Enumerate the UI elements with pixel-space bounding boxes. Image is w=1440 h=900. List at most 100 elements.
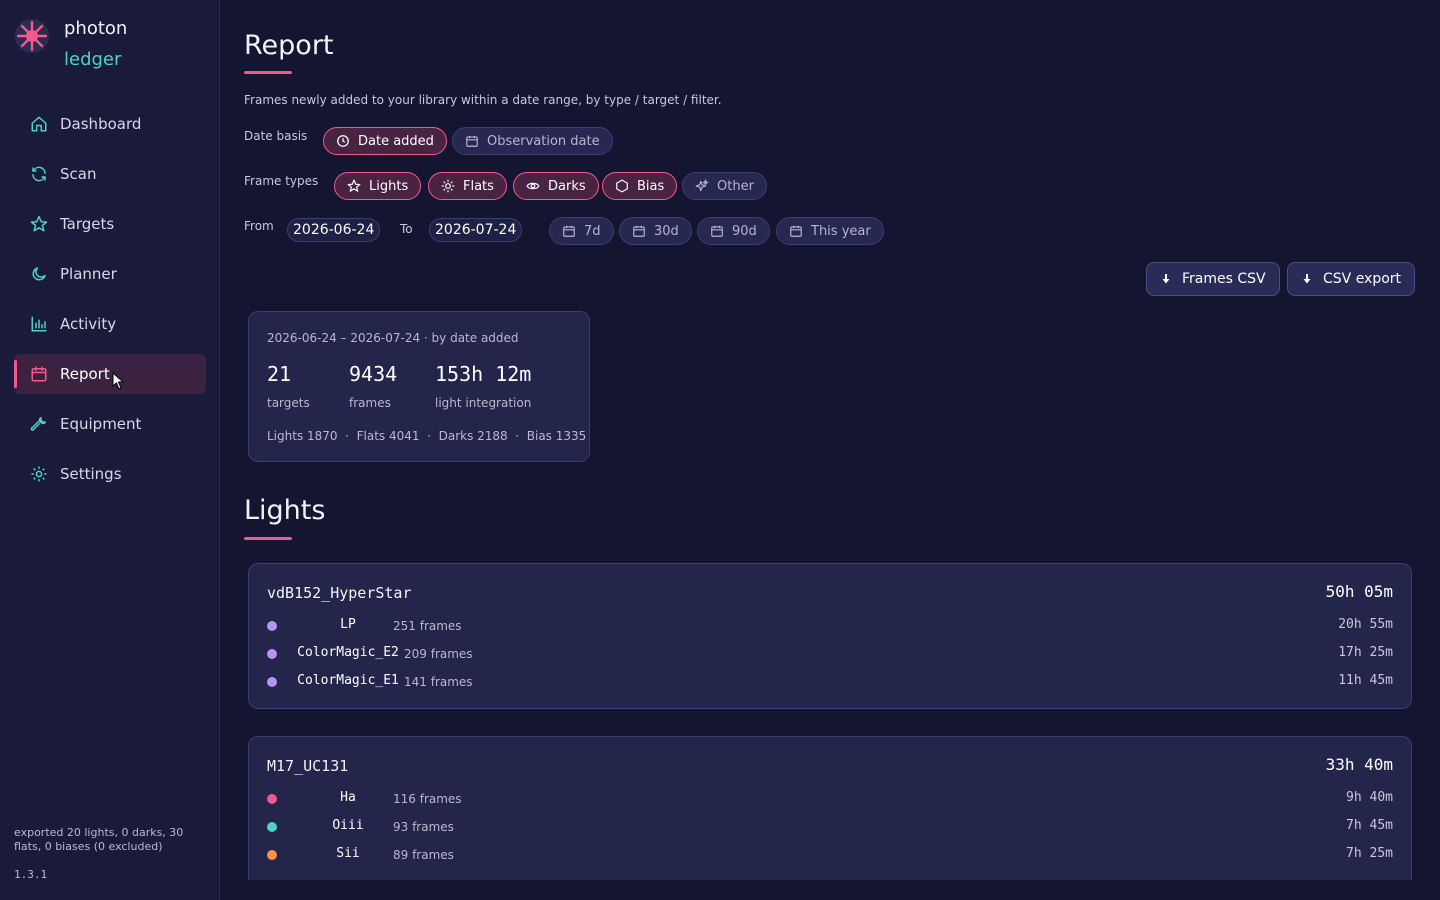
page-title: Report (244, 30, 334, 61)
filter-name: Oiii (332, 818, 364, 833)
download-icon (1303, 274, 1311, 284)
sidebar-item-label: Settings (60, 465, 122, 483)
stat-value: 153h 12m (435, 362, 532, 386)
filter-row: LP 251 frames 20h 55m (267, 616, 1393, 636)
summary-range: 2026-06-24 – 2026-07-24 · by date added (267, 331, 519, 345)
target-name: vdB152_HyperStar (267, 584, 412, 602)
sparkles-icon (695, 179, 709, 192)
date-basis-label: Date basis (244, 129, 308, 143)
filter-name: LP (340, 617, 356, 632)
sidebar-item-label: Targets (60, 215, 115, 233)
chip-label: 90d (732, 223, 757, 239)
stat-value: 9434 (349, 362, 398, 386)
filter-row: Sii 89 frames 7h 25m (267, 845, 1393, 865)
preset-this-year-button[interactable]: This year (776, 217, 884, 245)
brand-name-line1: photon (64, 18, 128, 39)
app-version: 1.3.1 (14, 868, 48, 881)
sidebar-item-settings[interactable]: Settings (14, 454, 206, 494)
calendar-icon (563, 225, 575, 237)
brand[interactable]: photon ledger (14, 16, 127, 69)
date-basis-observation-date[interactable]: Observation date (452, 127, 613, 155)
sidebar-item-label: Dashboard (60, 115, 142, 133)
preset-7d-button[interactable]: 7d (549, 217, 614, 245)
summary-card: 2026-06-24 – 2026-07-24 · by date added … (248, 311, 590, 462)
frame-type-lights[interactable]: Lights (334, 172, 422, 200)
to-date-input[interactable]: 2026-07-24 (429, 218, 523, 242)
chip-label: This year (811, 223, 871, 239)
date-basis-date-added[interactable]: Date added (323, 127, 447, 155)
sidebar-item-label: Planner (60, 265, 117, 283)
frame-type-darks[interactable]: Darks (513, 172, 599, 200)
brand-name-line2: ledger (64, 49, 122, 70)
sidebar-item-activity[interactable]: Activity (14, 304, 206, 344)
calendar-icon (466, 135, 478, 147)
calendar-icon (31, 366, 47, 382)
filter-color-dot (267, 794, 277, 804)
sidebar-item-planner[interactable]: Planner (14, 254, 206, 294)
sidebar-item-dashboard[interactable]: Dashboard (14, 104, 206, 144)
stat-label: targets (267, 396, 310, 410)
sidebar-item-scan[interactable]: Scan (14, 154, 206, 194)
button-label: Frames CSV (1182, 271, 1266, 287)
filter-duration: 17h 25m (1338, 645, 1393, 660)
eye-icon (526, 182, 540, 190)
frame-type-bias[interactable]: Bias (602, 172, 678, 200)
filter-row: Ha 116 frames 9h 40m (267, 789, 1393, 809)
chip-label: 30d (654, 223, 679, 239)
filter-frame-count: 209 frames (404, 647, 473, 661)
chip-label: Bias (637, 178, 665, 194)
title-underline (244, 71, 292, 74)
preset-90d-button[interactable]: 90d (697, 217, 770, 245)
stat-label: light integration (435, 396, 532, 410)
frame-type-breakdown: Lights 1870 · Flats 4041 · Darks 2188 · … (267, 429, 587, 443)
target-card[interactable]: M17_UC131 33h 40m Ha 116 frames 9h 40m O… (248, 736, 1412, 880)
chip-label: Darks (548, 178, 586, 194)
frame-type-flats[interactable]: Flats (428, 172, 507, 200)
filter-frame-count: 89 frames (393, 848, 454, 862)
filter-row: ColorMagic_E2 209 frames 17h 25m (267, 644, 1393, 664)
chip-label: Date added (358, 133, 434, 149)
sidebar-item-targets[interactable]: Targets (14, 204, 206, 244)
filter-color-dot (267, 677, 277, 687)
filter-name: ColorMagic_E1 (297, 673, 399, 688)
preset-30d-button[interactable]: 30d (619, 217, 692, 245)
chip-label: Flats (463, 178, 494, 194)
refresh-icon (32, 166, 46, 182)
filter-duration: 7h 45m (1346, 818, 1393, 833)
sidebar-item-label: Report (60, 365, 110, 383)
clock-icon (337, 135, 349, 147)
star-icon (30, 215, 48, 232)
csv-export-button[interactable]: CSV export (1287, 262, 1416, 296)
page-description: Frames newly added to your library withi… (244, 93, 722, 107)
filter-duration: 11h 45m (1338, 673, 1393, 688)
target-card[interactable]: vdB152_HyperStar 50h 05m LP 251 frames 2… (248, 563, 1412, 709)
chip-label: Observation date (487, 133, 600, 149)
filter-duration: 20h 55m (1338, 617, 1393, 632)
frame-type-other[interactable]: Other (682, 172, 767, 200)
lights-section-title: Lights (244, 495, 326, 526)
sidebar-item-equipment[interactable]: Equipment (14, 404, 206, 444)
main-content: Report Frames newly added to your librar… (220, 0, 1440, 880)
mouse-cursor-icon (112, 372, 125, 390)
frame-types-label: Frame types (244, 174, 319, 188)
calendar-icon (790, 225, 802, 237)
to-label: To (400, 222, 413, 236)
sidebar-item-label: Activity (60, 315, 117, 333)
filter-color-dot (267, 621, 277, 631)
stat-frames: 9434 frames (349, 362, 397, 410)
sidebar-item-label: Scan (60, 165, 97, 183)
sidebar: photon ledger Dashboard Scan Targets Pla… (0, 0, 220, 900)
filter-color-dot (267, 822, 277, 832)
target-total: 50h 05m (1325, 582, 1393, 601)
filter-frame-count: 141 frames (404, 675, 473, 689)
from-date-input[interactable]: 2026-06-24 (287, 218, 381, 242)
export-status: exported 20 lights, 0 darks, 30 flats, 0… (14, 826, 184, 854)
filter-name: Sii (336, 846, 360, 861)
filter-color-dot (267, 850, 277, 860)
star-icon (347, 179, 361, 192)
frames-csv-button[interactable]: Frames CSV (1146, 262, 1280, 296)
sidebar-item-label: Equipment (60, 415, 142, 433)
sidebar-item-report[interactable]: Report (14, 354, 206, 394)
stat-value: 21 (267, 362, 292, 386)
calendar-icon (633, 225, 645, 237)
